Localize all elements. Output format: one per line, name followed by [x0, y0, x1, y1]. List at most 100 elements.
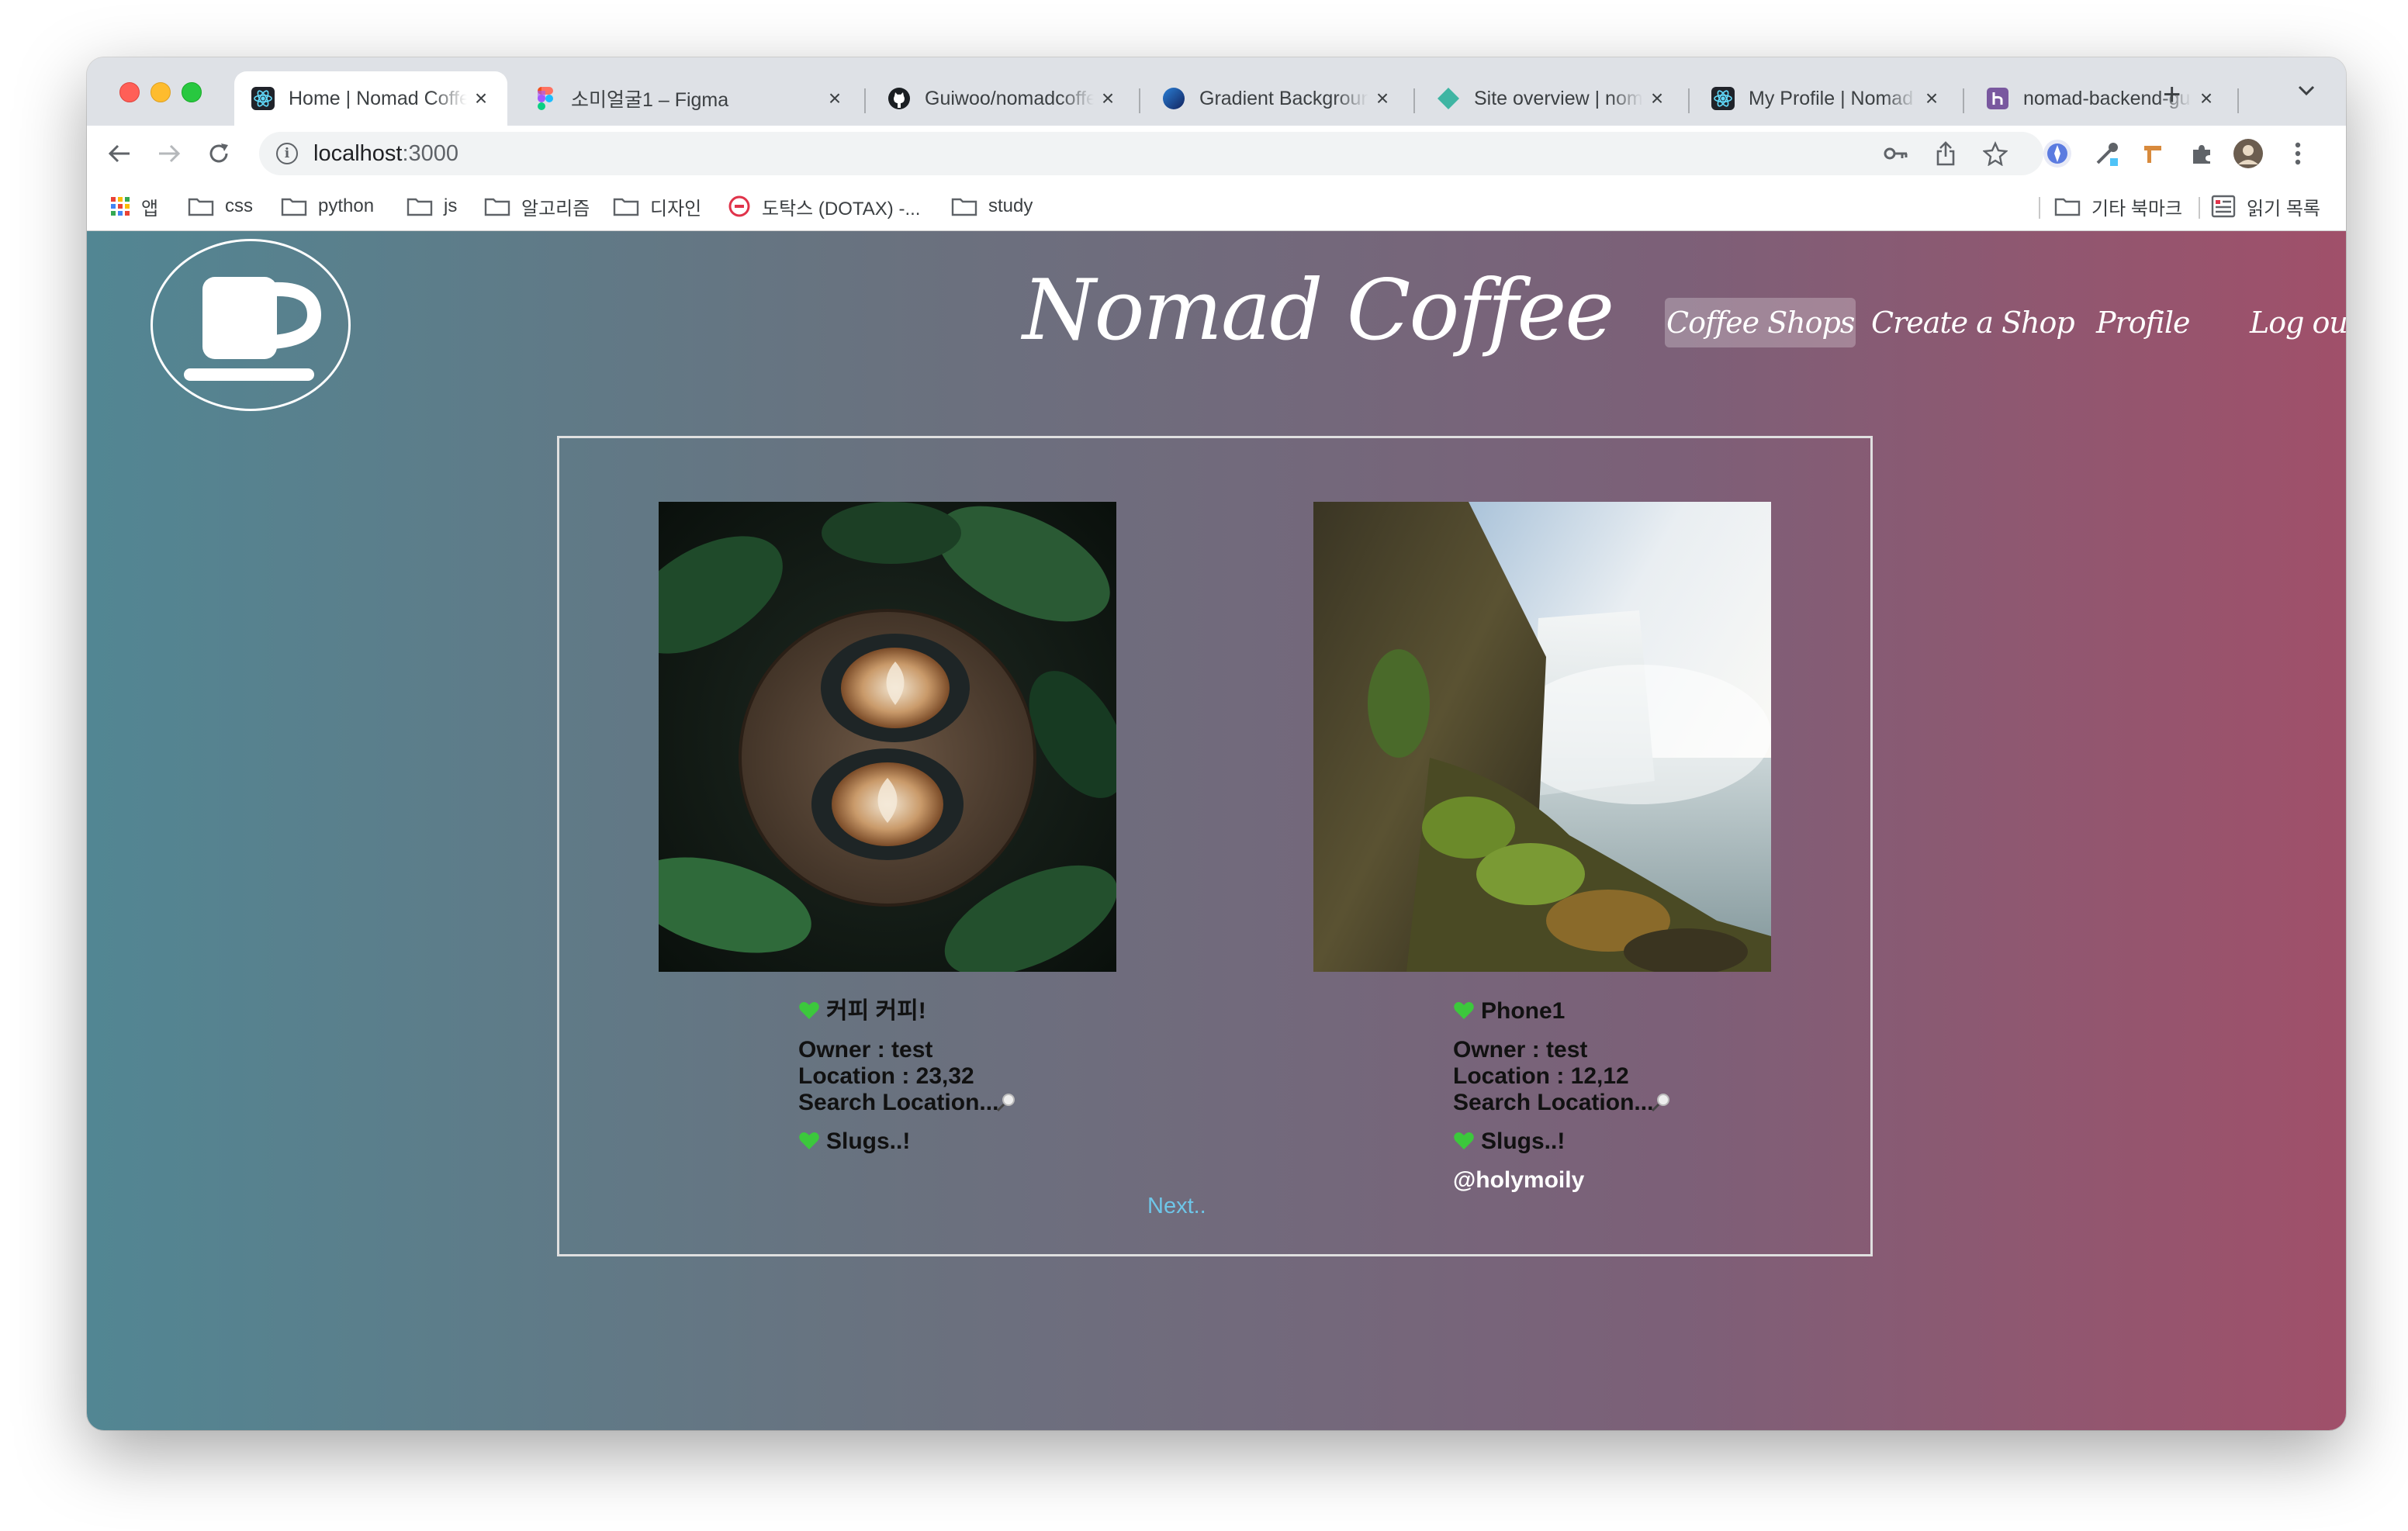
bookmark-star-icon[interactable] — [1980, 138, 2011, 169]
close-tab-icon[interactable]: × — [1648, 86, 1666, 111]
close-tab-icon[interactable]: × — [1098, 86, 1117, 111]
tab-divider — [2237, 88, 2239, 113]
extension-compass-icon[interactable] — [2042, 138, 2073, 169]
tab-title: Site overview | nomad — [1474, 87, 1643, 109]
gradient-icon — [1162, 87, 1185, 110]
shop-name[interactable]: 커피 커피! — [798, 998, 1171, 1025]
bookmark-folder-css[interactable]: css — [188, 192, 253, 220]
next-page-link[interactable]: Next.. — [1147, 1194, 1206, 1219]
key-icon[interactable] — [1880, 138, 1912, 169]
bookmark-folder-design[interactable]: 디자인 — [613, 192, 701, 220]
tab-home-nomad-coffee[interactable]: Home | Nomad Coffee × — [234, 71, 507, 126]
tab-nomad-backend[interactable]: nomad-backend-gu × — [1969, 71, 2233, 126]
close-window-button[interactable] — [119, 82, 140, 102]
dotax-icon — [728, 195, 751, 218]
nav-create-shop[interactable]: Create a Shop — [1870, 298, 2076, 347]
react-icon — [251, 87, 275, 110]
maximize-window-button[interactable] — [182, 82, 202, 102]
shop-category[interactable]: Slugs..! — [798, 1128, 1171, 1155]
new-tab-icon[interactable]: + — [2163, 78, 2181, 112]
coffee-cup-icon — [184, 277, 322, 381]
eyedropper-icon[interactable] — [2091, 138, 2123, 169]
puzzle-extensions-icon[interactable] — [2186, 138, 2217, 169]
shop-location: Location : 23,32 — [798, 1063, 974, 1089]
avatar[interactable] — [2233, 138, 2264, 169]
browser-window: Home | Nomad Coffee × 소미얼굴1 – Figma × Gu… — [87, 57, 2346, 1430]
tab-my-profile[interactable]: My Profile | Nomad × — [1694, 71, 1958, 126]
close-tab-icon[interactable]: × — [825, 86, 844, 111]
bookmark-label: 앱 — [141, 198, 159, 219]
tab-gradient-background[interactable]: Gradient Background × — [1145, 71, 1409, 126]
tab-title: Gradient Background — [1199, 87, 1368, 109]
latte-art-coffee-photo[interactable] — [659, 502, 1116, 972]
bookmark-label: study — [988, 195, 1033, 216]
shop-author-link[interactable]: @holymoily — [1453, 1167, 1825, 1194]
heroku-icon — [1986, 87, 2009, 110]
bookmark-label: 알고리즘 — [521, 198, 590, 219]
folder-icon — [951, 196, 977, 216]
shop-name[interactable]: Phone1 — [1453, 998, 1825, 1025]
figma-icon — [534, 87, 557, 110]
nav-log-out[interactable]: Log out — [2248, 298, 2346, 347]
shop-owner: Owner : test — [798, 1037, 933, 1063]
shop-location: Location : 12,12 — [1453, 1063, 1629, 1089]
bookmark-apps[interactable]: 앱 — [110, 192, 158, 220]
search-location-link[interactable]: Search Location... — [798, 1090, 1171, 1116]
extension-tool-icon[interactable] — [2138, 138, 2169, 169]
close-tab-icon[interactable]: × — [1373, 86, 1392, 111]
minimize-window-button[interactable] — [150, 82, 171, 102]
tab-strip: Home | Nomad Coffee × 소미얼굴1 – Figma × Gu… — [87, 57, 2346, 126]
folder-icon — [188, 196, 214, 216]
bookmark-reading-list[interactable]: 읽기 목록 — [2211, 192, 2320, 220]
bookmarks-divider — [2039, 197, 2040, 219]
reload-icon[interactable] — [203, 138, 234, 169]
forward-arrow-icon[interactable] — [154, 138, 185, 169]
bookmark-folder-js[interactable]: js — [407, 192, 457, 220]
magnifier-icon — [1652, 1094, 1670, 1112]
url-port: :3000 — [402, 140, 459, 166]
green-heart-icon — [1454, 1132, 1474, 1149]
bookmark-folder-study[interactable]: study — [951, 192, 1033, 220]
bookmark-other[interactable]: 기타 북마크 — [2054, 192, 2182, 220]
site-info-icon[interactable]: i — [276, 143, 298, 164]
shop-category[interactable]: Slugs..! — [1453, 1128, 1825, 1155]
tab-title: My Profile | Nomad — [1749, 87, 1914, 109]
bookmark-folder-algorithm[interactable]: 알고리즘 — [484, 192, 590, 220]
bookmark-label: 디자인 — [650, 198, 702, 219]
share-icon[interactable] — [1930, 138, 1961, 169]
green-heart-icon — [799, 1002, 819, 1019]
react-icon — [1711, 87, 1735, 110]
green-heart-icon — [1454, 1002, 1474, 1019]
bookmark-dotax[interactable]: 도탁스 (DOTAX) -... — [728, 192, 920, 220]
nav-coffee-shops[interactable]: Coffee Shops — [1665, 298, 1856, 347]
bookmark-label: 도탁스 (DOTAX) -... — [762, 198, 921, 219]
shop-details: Phone1 Owner : test Location : 12,12 Sea… — [1453, 998, 1825, 1194]
github-icon — [887, 87, 911, 110]
chevron-down-icon[interactable] — [2298, 85, 2315, 99]
close-tab-icon[interactable]: × — [2197, 86, 2216, 111]
address-bar[interactable]: i localhost:3000 — [259, 132, 2043, 175]
bookmark-label: js — [444, 195, 458, 216]
tab-github[interactable]: Guiwoo/nomadcoffee × — [870, 71, 1134, 126]
folder-icon — [407, 196, 433, 216]
site-title[interactable]: Nomad Coffee — [1022, 262, 1614, 359]
more-menu-icon[interactable] — [2282, 138, 2313, 169]
bookmarks-divider — [2199, 197, 2200, 219]
close-tab-icon[interactable]: × — [472, 86, 490, 111]
tab-divider — [864, 88, 866, 113]
search-location-link[interactable]: Search Location... — [1453, 1090, 1825, 1116]
close-tab-icon[interactable]: × — [1922, 86, 1941, 111]
back-arrow-icon[interactable] — [104, 138, 135, 169]
nav-profile[interactable]: Profile — [2095, 298, 2191, 347]
tab-site-overview[interactable]: Site overview | nomad × — [1420, 71, 1683, 126]
bookmark-folder-python[interactable]: python — [281, 192, 374, 220]
folder-icon — [281, 196, 307, 216]
bookmark-label: 읽기 목록 — [2247, 198, 2320, 219]
waterfall-cliff-photo[interactable] — [1313, 502, 1771, 972]
site-logo[interactable] — [150, 239, 351, 411]
url-host: localhost — [313, 140, 403, 166]
bookmarks-bar: 앱 css python js 알고리즘 디자인 도탁스 (DOTAX) -..… — [87, 181, 2346, 231]
bookmark-label: css — [225, 195, 253, 216]
bookmark-label: 기타 북마크 — [2091, 198, 2183, 219]
tab-figma[interactable]: 소미얼굴1 – Figma × — [517, 71, 861, 126]
